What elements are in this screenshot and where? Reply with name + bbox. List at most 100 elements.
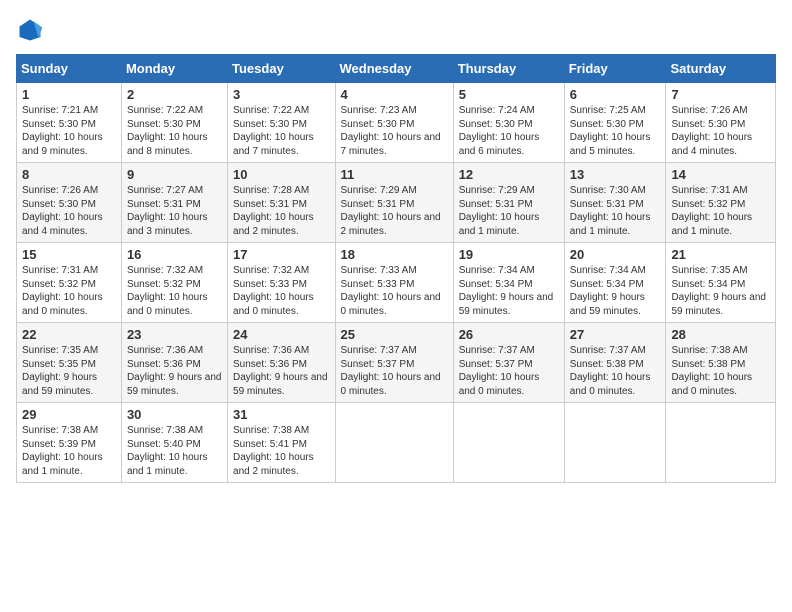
day-number: 25 [341, 327, 448, 342]
calendar-day-cell: 7 Sunrise: 7:26 AMSunset: 5:30 PMDayligh… [666, 83, 776, 163]
calendar-day-cell: 2 Sunrise: 7:22 AMSunset: 5:30 PMDayligh… [121, 83, 227, 163]
calendar-day-cell: 18 Sunrise: 7:33 AMSunset: 5:33 PMDaylig… [335, 243, 453, 323]
calendar-week-row: 22 Sunrise: 7:35 AMSunset: 5:35 PMDaylig… [17, 323, 776, 403]
day-detail: Sunrise: 7:35 AMSunset: 5:34 PMDaylight:… [671, 265, 766, 317]
day-number: 5 [459, 87, 559, 102]
day-detail: Sunrise: 7:31 AMSunset: 5:32 PMDaylight:… [671, 185, 752, 237]
calendar-day-cell: 3 Sunrise: 7:22 AMSunset: 5:30 PMDayligh… [228, 83, 335, 163]
calendar-day-cell [666, 403, 776, 483]
day-number: 15 [22, 247, 116, 262]
calendar-day-cell: 16 Sunrise: 7:32 AMSunset: 5:32 PMDaylig… [121, 243, 227, 323]
calendar-week-row: 15 Sunrise: 7:31 AMSunset: 5:32 PMDaylig… [17, 243, 776, 323]
calendar-day-cell [335, 403, 453, 483]
calendar-table: SundayMondayTuesdayWednesdayThursdayFrid… [16, 54, 776, 483]
day-detail: Sunrise: 7:38 AMSunset: 5:41 PMDaylight:… [233, 425, 314, 477]
day-detail: Sunrise: 7:32 AMSunset: 5:32 PMDaylight:… [127, 265, 208, 317]
day-number: 6 [570, 87, 661, 102]
day-detail: Sunrise: 7:38 AMSunset: 5:39 PMDaylight:… [22, 425, 103, 477]
calendar-day-cell: 11 Sunrise: 7:29 AMSunset: 5:31 PMDaylig… [335, 163, 453, 243]
day-number: 1 [22, 87, 116, 102]
day-number: 24 [233, 327, 329, 342]
weekday-header: Friday [564, 55, 666, 83]
day-detail: Sunrise: 7:25 AMSunset: 5:30 PMDaylight:… [570, 105, 651, 157]
logo [16, 16, 48, 44]
day-detail: Sunrise: 7:32 AMSunset: 5:33 PMDaylight:… [233, 265, 314, 317]
calendar-day-cell: 20 Sunrise: 7:34 AMSunset: 5:34 PMDaylig… [564, 243, 666, 323]
day-number: 28 [671, 327, 770, 342]
day-detail: Sunrise: 7:24 AMSunset: 5:30 PMDaylight:… [459, 105, 540, 157]
calendar-day-cell: 23 Sunrise: 7:36 AMSunset: 5:36 PMDaylig… [121, 323, 227, 403]
calendar-day-cell: 9 Sunrise: 7:27 AMSunset: 5:31 PMDayligh… [121, 163, 227, 243]
day-detail: Sunrise: 7:26 AMSunset: 5:30 PMDaylight:… [22, 185, 103, 237]
day-detail: Sunrise: 7:37 AMSunset: 5:37 PMDaylight:… [341, 345, 441, 397]
calendar-day-cell: 1 Sunrise: 7:21 AMSunset: 5:30 PMDayligh… [17, 83, 122, 163]
day-number: 31 [233, 407, 329, 422]
day-number: 16 [127, 247, 222, 262]
day-number: 18 [341, 247, 448, 262]
day-detail: Sunrise: 7:26 AMSunset: 5:30 PMDaylight:… [671, 105, 752, 157]
calendar-day-cell: 14 Sunrise: 7:31 AMSunset: 5:32 PMDaylig… [666, 163, 776, 243]
day-detail: Sunrise: 7:36 AMSunset: 5:36 PMDaylight:… [127, 345, 222, 397]
calendar-day-cell: 15 Sunrise: 7:31 AMSunset: 5:32 PMDaylig… [17, 243, 122, 323]
weekday-header: Saturday [666, 55, 776, 83]
logo-icon [16, 16, 44, 44]
page-header [16, 16, 776, 44]
calendar-day-cell: 13 Sunrise: 7:30 AMSunset: 5:31 PMDaylig… [564, 163, 666, 243]
calendar-day-cell: 4 Sunrise: 7:23 AMSunset: 5:30 PMDayligh… [335, 83, 453, 163]
day-number: 21 [671, 247, 770, 262]
day-number: 20 [570, 247, 661, 262]
day-number: 13 [570, 167, 661, 182]
weekday-header: Wednesday [335, 55, 453, 83]
calendar-body: 1 Sunrise: 7:21 AMSunset: 5:30 PMDayligh… [17, 83, 776, 483]
day-number: 3 [233, 87, 329, 102]
day-number: 11 [341, 167, 448, 182]
day-number: 4 [341, 87, 448, 102]
day-number: 17 [233, 247, 329, 262]
calendar-week-row: 29 Sunrise: 7:38 AMSunset: 5:39 PMDaylig… [17, 403, 776, 483]
calendar-day-cell: 30 Sunrise: 7:38 AMSunset: 5:40 PMDaylig… [121, 403, 227, 483]
day-number: 26 [459, 327, 559, 342]
day-detail: Sunrise: 7:22 AMSunset: 5:30 PMDaylight:… [233, 105, 314, 157]
calendar-day-cell [564, 403, 666, 483]
day-number: 8 [22, 167, 116, 182]
calendar-day-cell: 25 Sunrise: 7:37 AMSunset: 5:37 PMDaylig… [335, 323, 453, 403]
day-detail: Sunrise: 7:35 AMSunset: 5:35 PMDaylight:… [22, 345, 98, 397]
calendar-day-cell: 21 Sunrise: 7:35 AMSunset: 5:34 PMDaylig… [666, 243, 776, 323]
day-number: 9 [127, 167, 222, 182]
day-detail: Sunrise: 7:22 AMSunset: 5:30 PMDaylight:… [127, 105, 208, 157]
calendar-day-cell: 27 Sunrise: 7:37 AMSunset: 5:38 PMDaylig… [564, 323, 666, 403]
calendar-day-cell: 17 Sunrise: 7:32 AMSunset: 5:33 PMDaylig… [228, 243, 335, 323]
weekday-header: Monday [121, 55, 227, 83]
weekday-header: Thursday [453, 55, 564, 83]
day-number: 10 [233, 167, 329, 182]
calendar-day-cell: 12 Sunrise: 7:29 AMSunset: 5:31 PMDaylig… [453, 163, 564, 243]
weekday-header: Tuesday [228, 55, 335, 83]
calendar-day-cell: 8 Sunrise: 7:26 AMSunset: 5:30 PMDayligh… [17, 163, 122, 243]
day-detail: Sunrise: 7:38 AMSunset: 5:38 PMDaylight:… [671, 345, 752, 397]
calendar-week-row: 8 Sunrise: 7:26 AMSunset: 5:30 PMDayligh… [17, 163, 776, 243]
day-detail: Sunrise: 7:31 AMSunset: 5:32 PMDaylight:… [22, 265, 103, 317]
day-detail: Sunrise: 7:27 AMSunset: 5:31 PMDaylight:… [127, 185, 208, 237]
day-number: 30 [127, 407, 222, 422]
day-number: 19 [459, 247, 559, 262]
day-detail: Sunrise: 7:33 AMSunset: 5:33 PMDaylight:… [341, 265, 441, 317]
calendar-day-cell: 28 Sunrise: 7:38 AMSunset: 5:38 PMDaylig… [666, 323, 776, 403]
calendar-week-row: 1 Sunrise: 7:21 AMSunset: 5:30 PMDayligh… [17, 83, 776, 163]
day-number: 12 [459, 167, 559, 182]
day-number: 22 [22, 327, 116, 342]
calendar-day-cell: 31 Sunrise: 7:38 AMSunset: 5:41 PMDaylig… [228, 403, 335, 483]
day-detail: Sunrise: 7:37 AMSunset: 5:38 PMDaylight:… [570, 345, 651, 397]
day-detail: Sunrise: 7:29 AMSunset: 5:31 PMDaylight:… [341, 185, 441, 237]
calendar-day-cell: 19 Sunrise: 7:34 AMSunset: 5:34 PMDaylig… [453, 243, 564, 323]
day-number: 23 [127, 327, 222, 342]
weekday-header: Sunday [17, 55, 122, 83]
calendar-day-cell: 26 Sunrise: 7:37 AMSunset: 5:37 PMDaylig… [453, 323, 564, 403]
day-detail: Sunrise: 7:37 AMSunset: 5:37 PMDaylight:… [459, 345, 540, 397]
calendar-day-cell: 6 Sunrise: 7:25 AMSunset: 5:30 PMDayligh… [564, 83, 666, 163]
calendar-day-cell: 24 Sunrise: 7:36 AMSunset: 5:36 PMDaylig… [228, 323, 335, 403]
calendar-day-cell [453, 403, 564, 483]
day-detail: Sunrise: 7:34 AMSunset: 5:34 PMDaylight:… [459, 265, 554, 317]
day-number: 27 [570, 327, 661, 342]
day-detail: Sunrise: 7:28 AMSunset: 5:31 PMDaylight:… [233, 185, 314, 237]
calendar-header-row: SundayMondayTuesdayWednesdayThursdayFrid… [17, 55, 776, 83]
